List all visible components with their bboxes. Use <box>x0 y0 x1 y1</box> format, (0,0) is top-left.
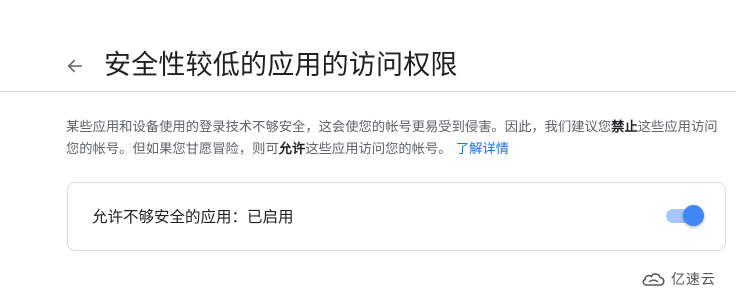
less-secure-apps-card: 允许不够安全的应用：已启用 <box>67 182 726 251</box>
description-text: 某些应用和设备使用的登录技术不够安全，这会使您的帐号更易受到侵害。因此，我们建议… <box>66 117 730 161</box>
back-button[interactable] <box>62 53 88 79</box>
less-secure-apps-label: 允许不够安全的应用：已启用 <box>92 208 294 226</box>
learn-more-link[interactable]: 了解详情 <box>456 142 509 157</box>
page-header: 安全性较低的应用的访问权限 <box>0 0 736 92</box>
description-part-1: 某些应用和设备使用的登录技术不够安全，这会使您的帐号更易受到侵害。因此，我们建议… <box>66 120 612 135</box>
watermark: 亿速云 <box>641 268 716 290</box>
toggle-thumb <box>683 205 704 226</box>
cloud-logo-icon <box>642 273 665 286</box>
description-bold-allow: 允许 <box>278 142 306 157</box>
description-bold-disable: 禁止 <box>611 120 638 135</box>
arrow-back-icon <box>67 59 82 73</box>
page-title: 安全性较低的应用的访问权限 <box>104 50 458 81</box>
less-secure-apps-toggle[interactable] <box>666 204 704 228</box>
description-part-3: 这些应用访问您的帐号。 <box>305 142 452 157</box>
watermark-text: 亿速云 <box>671 272 716 288</box>
